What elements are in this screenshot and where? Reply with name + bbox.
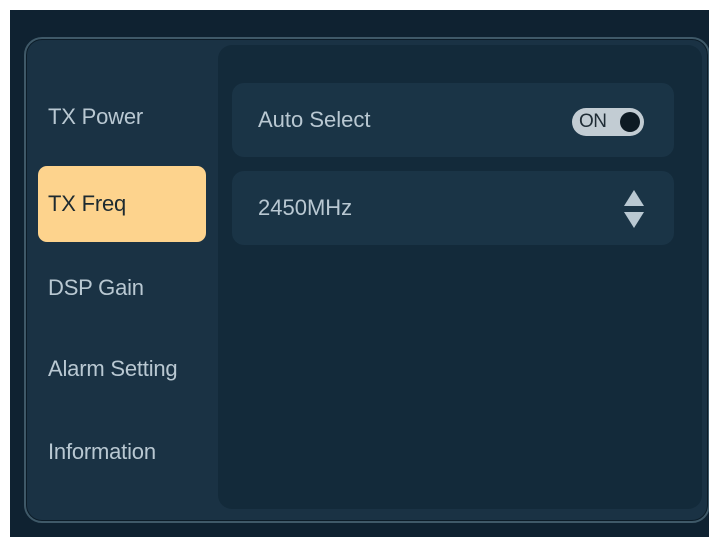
sidebar-item-label: DSP Gain xyxy=(48,275,144,300)
sidebar-item-tx-power[interactable]: TX Power xyxy=(38,79,206,155)
auto-select-toggle[interactable]: ON xyxy=(572,108,644,136)
toggle-state-label: ON xyxy=(579,111,607,132)
up-down-stepper-icon[interactable] xyxy=(622,188,646,230)
sidebar-item-label: TX Freq xyxy=(48,191,127,216)
sidebar-item-label: TX Power xyxy=(48,104,143,129)
device-screen: TX Power TX Freq DSP Gain Alarm Setting … xyxy=(10,10,709,537)
sidebar-item-alarm-setting[interactable]: Alarm Setting xyxy=(38,331,206,407)
frequency-row[interactable]: 2450MHz xyxy=(232,171,674,245)
toggle-knob xyxy=(620,112,640,132)
sidebar-item-information[interactable]: Information xyxy=(38,414,206,490)
sidebar-item-dsp-gain[interactable]: DSP Gain xyxy=(38,250,206,326)
auto-select-label: Auto Select xyxy=(258,107,371,132)
content-area: Auto Select ON 2450MHz xyxy=(218,45,702,509)
frequency-value: 2450MHz xyxy=(258,195,353,220)
auto-select-row: Auto Select ON xyxy=(232,83,674,157)
sidebar-item-tx-freq[interactable]: TX Freq xyxy=(38,166,206,242)
settings-panel: TX Power TX Freq DSP Gain Alarm Setting … xyxy=(24,37,709,523)
sidebar-item-label: Information xyxy=(48,439,156,464)
sidebar-item-label: Alarm Setting xyxy=(48,356,178,381)
sidebar-menu: TX Power TX Freq DSP Gain Alarm Setting … xyxy=(26,39,216,521)
